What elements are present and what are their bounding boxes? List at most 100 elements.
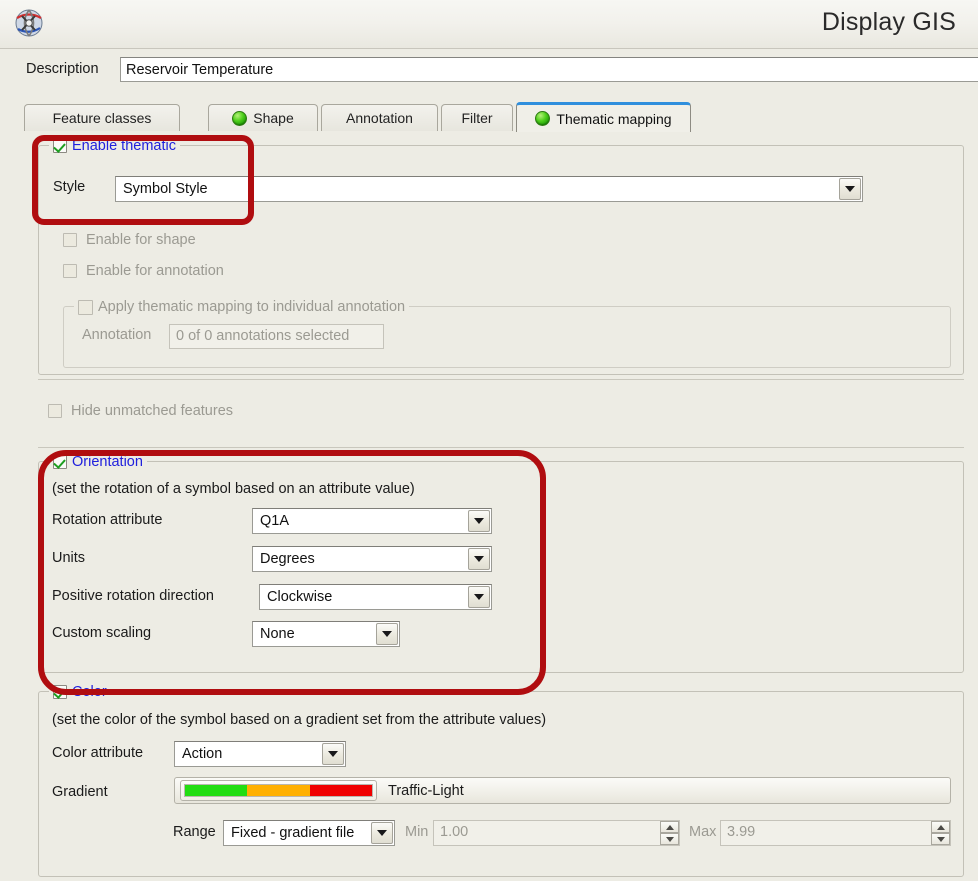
units-label: Units — [52, 550, 85, 566]
custom-scaling-label: Custom scaling — [52, 625, 151, 641]
stepper-up-icon[interactable] — [931, 821, 950, 833]
enable-thematic-legend: Enable thematic — [49, 136, 180, 156]
style-combo[interactable]: Symbol Style — [115, 176, 863, 202]
enable-thematic-label: Enable thematic — [72, 138, 176, 154]
rotation-attribute-label: Rotation attribute — [52, 512, 162, 528]
gradient-name: Traffic-Light — [388, 783, 464, 799]
tab-shape[interactable]: Shape — [208, 104, 318, 131]
enable-for-annotation-label: Enable for annotation — [86, 263, 224, 279]
positive-rotation-direction-combo[interactable]: Clockwise — [259, 584, 492, 610]
tab-thematic-mapping[interactable]: Thematic mapping — [516, 102, 691, 132]
display-gis-window: Display GIS Description Reservoir Temper… — [0, 0, 978, 881]
gradient-label: Gradient — [52, 784, 108, 800]
annotation-row: Annotation — [82, 327, 151, 343]
tab-strip: Feature classes Shape Annotation Filter … — [24, 102, 978, 132]
rotation-attribute-value: Q1A — [253, 513, 289, 529]
apply-individual-annotation-group: Apply thematic mapping to individual ann… — [63, 306, 951, 368]
tab-label: Thematic mapping — [556, 111, 671, 127]
enable-for-shape-row[interactable]: Enable for shape — [63, 232, 196, 248]
stepper-up-icon[interactable] — [660, 821, 679, 833]
units-combo[interactable]: Degrees — [252, 546, 492, 572]
annotation-label: Annotation — [82, 327, 151, 343]
max-spinner[interactable]: 3.99 — [720, 820, 951, 846]
min-spinner[interactable]: 1.00 — [433, 820, 680, 846]
chevron-down-icon[interactable] — [468, 548, 490, 570]
tab-label: Shape — [253, 110, 293, 126]
style-row: Style — [53, 179, 85, 195]
custom-scaling-combo[interactable]: None — [252, 621, 400, 647]
range-combo[interactable]: Fixed - gradient file — [223, 820, 395, 846]
orientation-hint: (set the rotation of a symbol based on a… — [52, 481, 415, 497]
units-value: Degrees — [253, 551, 315, 567]
chevron-down-icon[interactable] — [468, 510, 490, 532]
rotation-attribute-combo[interactable]: Q1A — [252, 508, 492, 534]
custom-scaling-value: None — [253, 626, 295, 642]
hide-unmatched-label: Hide unmatched features — [71, 403, 233, 419]
color-attribute-combo[interactable]: Action — [174, 741, 346, 767]
gradient-segment — [247, 785, 309, 796]
min-label: Min — [405, 824, 428, 840]
range-label: Range — [173, 824, 216, 840]
apply-individual-legend: Apply thematic mapping to individual ann… — [74, 297, 409, 317]
positive-rotation-direction-label: Positive rotation direction — [52, 588, 214, 604]
enable-for-shape-label: Enable for shape — [86, 232, 196, 248]
style-value: Symbol Style — [116, 181, 208, 197]
stepper-down-icon[interactable] — [931, 833, 950, 845]
status-led-icon — [535, 111, 550, 126]
enable-for-shape-checkbox[interactable] — [63, 233, 77, 247]
section-separator — [38, 379, 964, 380]
gradient-segment — [310, 785, 372, 796]
max-stepper[interactable] — [931, 821, 950, 845]
stepper-down-icon[interactable] — [660, 833, 679, 845]
max-label: Max — [689, 824, 716, 840]
color-label: Color — [72, 684, 107, 700]
positive-rotation-direction-value: Clockwise — [260, 589, 332, 605]
color-legend: Color — [49, 682, 111, 702]
orientation-checkbox[interactable] — [53, 455, 67, 469]
annotation-selection-field[interactable]: 0 of 0 annotations selected — [169, 324, 384, 349]
gradient-selector[interactable]: Traffic-Light — [174, 777, 951, 804]
status-led-icon — [232, 111, 247, 126]
color-attribute-label: Color attribute — [52, 745, 143, 761]
hide-unmatched-row[interactable]: Hide unmatched features — [48, 403, 233, 419]
orientation-group: Orientation (set the rotation of a symbo… — [38, 461, 964, 673]
enable-for-annotation-checkbox[interactable] — [63, 264, 77, 278]
gradient-segment — [185, 785, 247, 796]
orientation-label: Orientation — [72, 454, 143, 470]
gis-globe-icon — [13, 8, 45, 38]
chevron-down-icon[interactable] — [839, 178, 861, 200]
gradient-swatch — [180, 780, 377, 801]
color-hint: (set the color of the symbol based on a … — [52, 712, 546, 728]
tab-annotation[interactable]: Annotation — [321, 104, 438, 131]
tab-label: Annotation — [346, 110, 413, 126]
chevron-down-icon[interactable] — [371, 822, 393, 844]
min-stepper[interactable] — [660, 821, 679, 845]
orientation-legend: Orientation — [49, 452, 147, 472]
tab-filter[interactable]: Filter — [441, 104, 513, 131]
description-row: Description Reservoir Temperature — [0, 49, 978, 97]
color-checkbox[interactable] — [53, 685, 67, 699]
range-value: Fixed - gradient file — [224, 825, 354, 841]
tab-feature-classes[interactable]: Feature classes — [24, 104, 180, 131]
chevron-down-icon[interactable] — [468, 586, 490, 608]
section-separator-2 — [38, 447, 964, 448]
style-label: Style — [53, 179, 85, 195]
apply-individual-checkbox[interactable] — [78, 300, 93, 315]
title-bar: Display GIS — [0, 0, 978, 49]
enable-thematic-group: Enable thematic Style Symbol Style Enabl… — [38, 145, 964, 375]
chevron-down-icon[interactable] — [376, 623, 398, 645]
enable-thematic-checkbox[interactable] — [53, 139, 67, 153]
tab-label: Filter — [461, 110, 492, 126]
min-value[interactable]: 1.00 — [433, 820, 680, 846]
window-title: Display GIS — [822, 8, 956, 37]
color-group: Color (set the color of the symbol based… — [38, 691, 964, 877]
max-value[interactable]: 3.99 — [720, 820, 951, 846]
gradient-bar — [184, 784, 373, 797]
tab-label: Feature classes — [53, 110, 152, 126]
description-label: Description — [26, 61, 99, 77]
thematic-mapping-panel: Enable thematic Style Symbol Style Enabl… — [24, 131, 978, 881]
description-input[interactable]: Reservoir Temperature — [120, 57, 978, 82]
chevron-down-icon[interactable] — [322, 743, 344, 765]
enable-for-annotation-row[interactable]: Enable for annotation — [63, 263, 224, 279]
hide-unmatched-checkbox[interactable] — [48, 404, 62, 418]
